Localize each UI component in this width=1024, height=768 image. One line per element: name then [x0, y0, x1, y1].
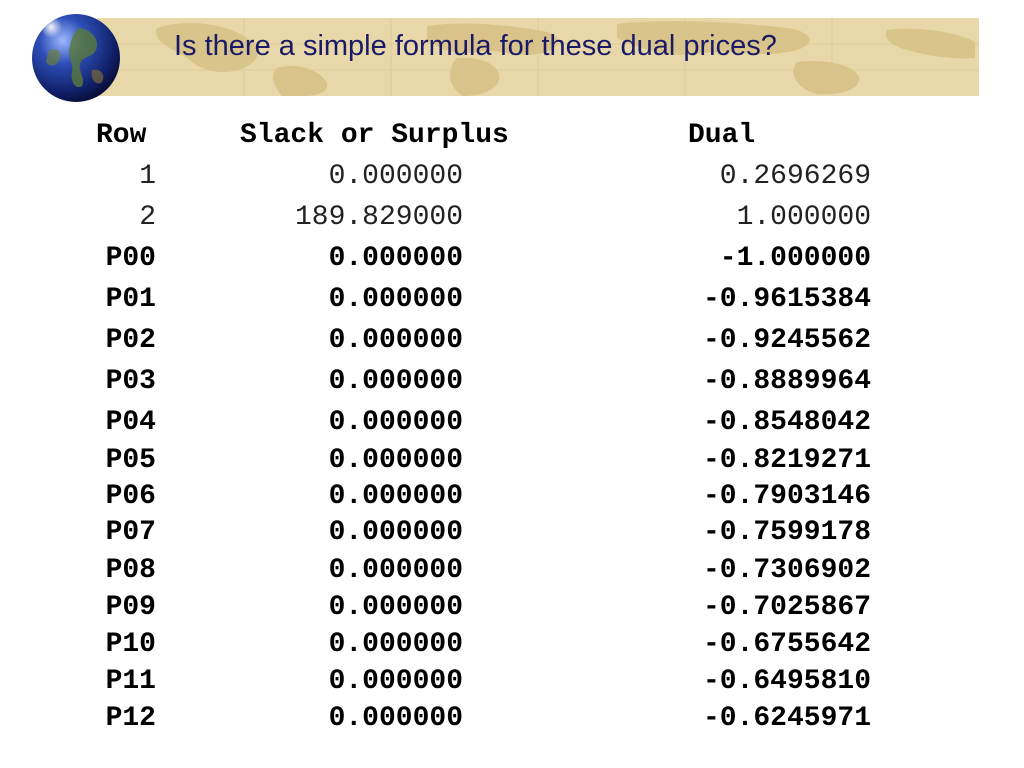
row-label: P07: [105, 517, 156, 548]
dual-value: -0.6755642: [702, 629, 871, 660]
row-label: P05: [105, 445, 156, 476]
dual-value: -0.7903146: [702, 481, 871, 512]
row-label: P06: [105, 481, 156, 512]
dual-value: -0.8548042: [702, 407, 871, 438]
dual-value: -0.7306902: [702, 555, 871, 586]
dual-value: -0.6495810: [702, 666, 871, 697]
header-row: Row: [96, 120, 147, 151]
dual-value: -0.8219271: [702, 445, 871, 476]
dual-prices-table: Row Slack or Surplus Dual 1 0.000000 0.269…: [0, 0, 1024, 768]
row-label: P02: [105, 325, 156, 356]
dual-value: -0.9245562: [702, 325, 871, 356]
slack-value: 0.000000: [328, 666, 463, 697]
dual-value: -0.9615384: [702, 284, 871, 315]
header-slack-or-surplus: Slack or Surplus: [240, 120, 509, 151]
dual-value: 0.2696269: [719, 161, 871, 192]
row-label: 2: [139, 202, 156, 233]
row-label: P10: [105, 629, 156, 660]
row-label: P04: [105, 407, 156, 438]
slack-value: 0.000000: [328, 445, 463, 476]
slack-value: 0.000000: [328, 703, 463, 734]
row-label: P11: [105, 666, 156, 697]
slack-value: 0.000000: [328, 555, 463, 586]
row-label: P00: [105, 243, 156, 274]
slack-value: 0.000000: [328, 243, 463, 274]
row-label: P09: [105, 592, 156, 623]
dual-value: 1.000000: [736, 202, 871, 233]
row-label: P03: [105, 366, 156, 397]
slack-value: 0.000000: [328, 517, 463, 548]
header-dual: Dual: [688, 120, 756, 151]
slack-value: 0.000000: [328, 407, 463, 438]
dual-value: -0.7599178: [702, 517, 871, 548]
row-label: P08: [105, 555, 156, 586]
row-label: P01: [105, 284, 156, 315]
dual-value: -0.8889964: [702, 366, 871, 397]
row-label: P12: [105, 703, 156, 734]
dual-value: -0.7025867: [702, 592, 871, 623]
slack-value: 0.000000: [328, 284, 463, 315]
dual-value: -0.6245971: [702, 703, 871, 734]
slack-value: 0.000000: [328, 629, 463, 660]
slide: Is there a simple formula for these dual…: [0, 0, 1024, 768]
slack-value: 0.000000: [328, 592, 463, 623]
slack-value: 0.000000: [328, 481, 463, 512]
slack-value: 0.000000: [328, 366, 463, 397]
slack-value: 0.000000: [328, 161, 463, 192]
slack-value: 189.829000: [294, 202, 463, 233]
row-label: 1: [139, 161, 156, 192]
dual-value: -1.000000: [719, 243, 871, 274]
slack-value: 0.000000: [328, 325, 463, 356]
